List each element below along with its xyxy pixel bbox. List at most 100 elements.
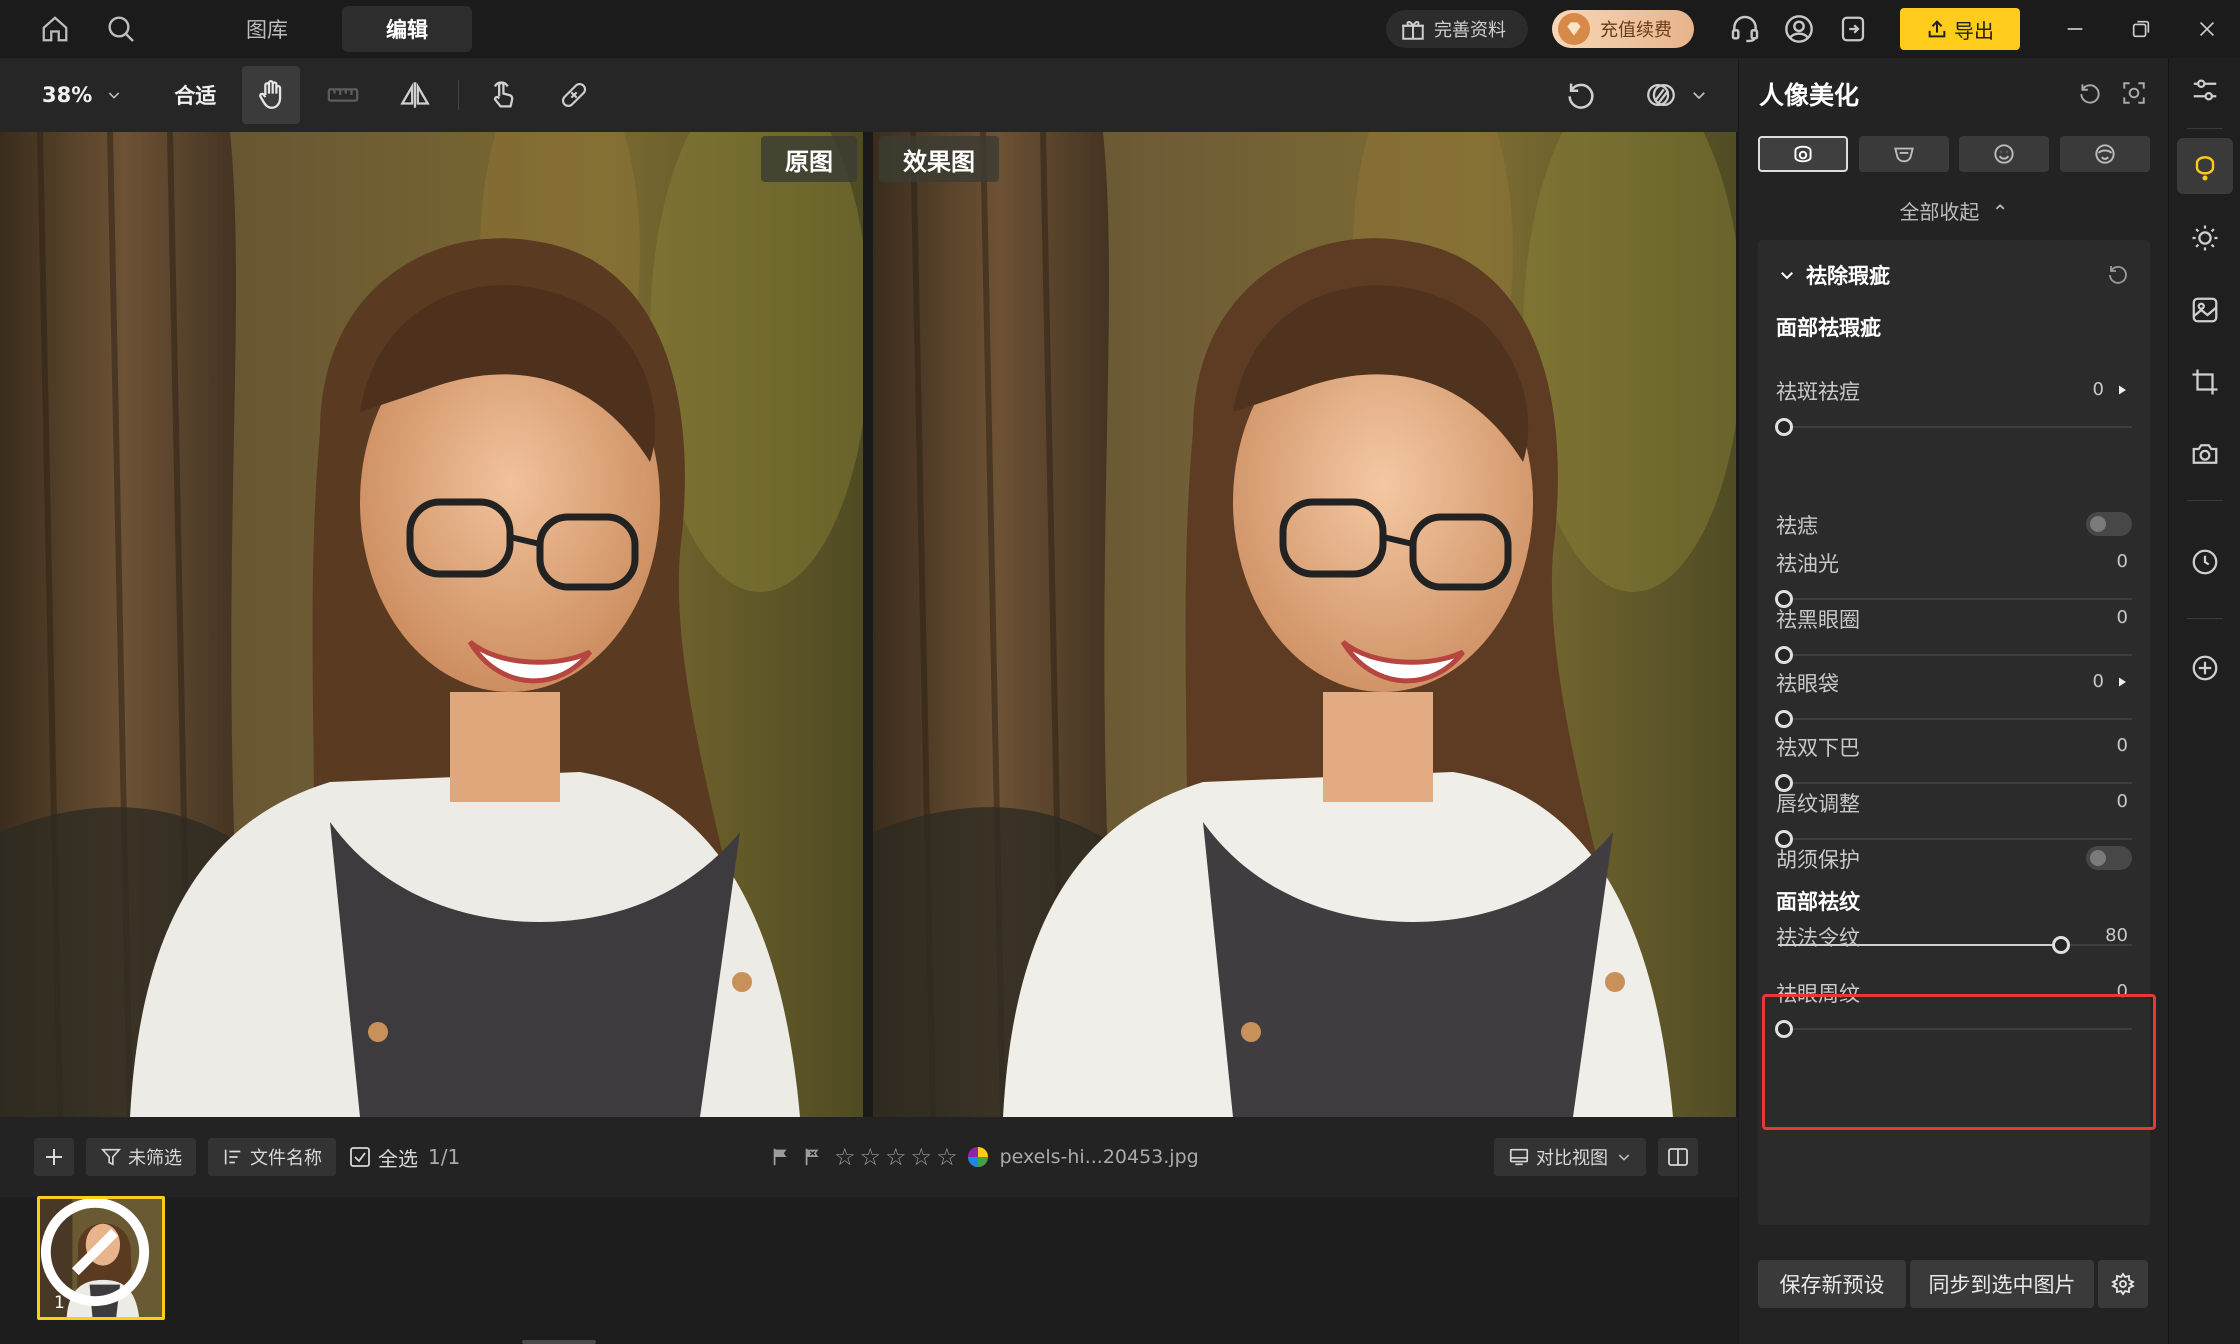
camera-icon[interactable] [2177, 426, 2233, 482]
rail-divider [2187, 128, 2223, 129]
touch-select-icon[interactable] [473, 66, 531, 124]
hand-tool-icon[interactable] [242, 66, 301, 124]
dark-circles-slider[interactable] [1775, 646, 2132, 664]
reset-icon[interactable] [2077, 80, 2103, 106]
section-reset-icon[interactable] [2106, 262, 2130, 286]
title-bar: 图库 编辑 完善资料 充值续费 导出 [0, 0, 2240, 58]
slider-knob[interactable] [1775, 646, 1793, 664]
star-rating-3[interactable]: ☆ [885, 1143, 907, 1171]
chevron-down-icon[interactable] [1690, 86, 1708, 104]
chevron-down-icon [1618, 1154, 1630, 1161]
star-rating-4[interactable]: ☆ [911, 1143, 933, 1171]
recharge-button[interactable]: 充值续费 [1552, 10, 1694, 48]
wrinkle-title: 面部祛纹 [1776, 890, 1860, 914]
spot-acne-slider[interactable] [1775, 418, 2132, 436]
thumbnail-item[interactable]: 1 [37, 1196, 165, 1320]
beard-protect-toggle[interactable] [2086, 846, 2132, 870]
compare-overlay-icon[interactable] [1632, 66, 1690, 124]
lip-lines-label: 唇纹调整 [1776, 792, 1860, 816]
export-button[interactable]: 导出 [1900, 8, 2020, 50]
compare-view-dropdown[interactable]: 对比视图 [1494, 1138, 1646, 1176]
gift-icon [1402, 21, 1424, 40]
double-chin-value-wrap: 0 [2117, 735, 2128, 756]
select-all-checkbox[interactable]: 全选 1/1 [348, 1143, 460, 1172]
tab-skin[interactable] [1758, 136, 1848, 172]
split-view-button[interactable] [1658, 1138, 1698, 1176]
headset-icon[interactable] [1718, 2, 1772, 56]
nasolabial-slider[interactable] [1778, 936, 2132, 954]
face-blemish-title: 面部祛瑕疵 [1776, 316, 1881, 340]
minimize-icon[interactable] [2042, 0, 2108, 58]
history-icon[interactable] [2177, 534, 2233, 590]
nasolabial-label: 祛法令纹 [1776, 926, 1860, 950]
sort-icon [224, 1149, 241, 1165]
crop-icon[interactable] [2177, 354, 2233, 410]
spot-acne-label: 祛斑祛痘 [1776, 380, 1860, 404]
beauty-tabs [1758, 136, 2150, 172]
color-label-icon[interactable] [966, 1145, 990, 1169]
flag-icon[interactable] [770, 1146, 792, 1168]
tab-edit[interactable]: 编辑 [342, 6, 472, 52]
light-icon[interactable] [2177, 210, 2233, 266]
portrait-beauty-icon[interactable] [2177, 138, 2233, 194]
settings-button[interactable] [2098, 1260, 2148, 1308]
slider-knob[interactable] [2052, 936, 2071, 954]
zoom-dropdown[interactable]: 38% [42, 83, 122, 107]
add-image-button[interactable] [34, 1138, 74, 1176]
expand-arrow-icon[interactable] [2116, 384, 2128, 396]
tab-library[interactable]: 图库 [202, 6, 332, 52]
bandage-icon[interactable] [545, 66, 603, 124]
face-scan-icon[interactable] [2121, 80, 2147, 106]
expand-arrow-icon[interactable] [2116, 676, 2128, 688]
close-icon[interactable] [2174, 0, 2240, 58]
original-image[interactable]: 原图 [0, 132, 863, 1117]
filter-button[interactable]: 未筛选 [86, 1138, 196, 1176]
oil-slider[interactable] [1775, 590, 2132, 608]
sync-button[interactable]: 同步到选中图片 [1910, 1260, 2094, 1308]
fit-button[interactable]: 合适 [174, 80, 216, 110]
save-preset-button[interactable]: 保存新预设 [1758, 1260, 1906, 1308]
mole-label: 祛痣 [1776, 514, 1818, 538]
adjust-sliders-icon[interactable] [2177, 62, 2233, 118]
star-rating-2[interactable]: ☆ [860, 1143, 882, 1171]
edited-badge-icon [40, 1199, 150, 1307]
slider-knob[interactable] [1775, 418, 1793, 436]
undo-icon[interactable] [1552, 66, 1610, 124]
image-adjust-icon[interactable] [2177, 282, 2233, 338]
search-icon[interactable] [92, 0, 150, 58]
filmstrip-scrollbar[interactable] [522, 1340, 596, 1344]
complete-info-button[interactable]: 完善资料 [1386, 10, 1528, 48]
effect-image[interactable]: 效果图 [873, 132, 1736, 1117]
face-skin-icon [1794, 145, 1812, 163]
star-rating-5[interactable]: ☆ [936, 1143, 958, 1171]
home-icon[interactable] [26, 0, 84, 58]
sort-button[interactable]: 文件名称 [208, 1138, 336, 1176]
mole-toggle[interactable] [2086, 512, 2132, 536]
effect-label: 效果图 [879, 136, 999, 182]
gem-icon [1558, 13, 1590, 45]
blemish-section-header[interactable]: 祛除瑕疵 [1778, 260, 1890, 290]
reject-flag-icon[interactable] [802, 1146, 824, 1168]
slider-knob[interactable] [1775, 710, 1793, 728]
add-circle-icon[interactable] [2177, 640, 2233, 696]
user-icon[interactable] [1772, 2, 1826, 56]
filmstrip-toolbar: 未筛选 文件名称 全选 1/1 ☆ ☆ ☆ ☆ ☆ pexels-hi...20… [0, 1117, 1738, 1197]
restore-icon[interactable] [2108, 0, 2174, 58]
logout-icon[interactable] [1826, 2, 1880, 56]
lip-lines-slider[interactable] [1775, 830, 2132, 848]
chevron-down-icon [1781, 272, 1793, 280]
face-shape-icon [1893, 147, 1914, 163]
lip-lines-value-wrap: 0 [2117, 791, 2128, 812]
eye-bags-value-wrap: 0 [2093, 671, 2128, 692]
tab-makeup[interactable] [2059, 136, 2150, 172]
compare-canvas[interactable]: 原图 效果图 [0, 132, 1738, 1117]
tab-face-shape[interactable] [1858, 136, 1949, 172]
double-chin-slider[interactable] [1775, 774, 2132, 792]
tab-features[interactable] [1959, 136, 2050, 172]
flip-icon[interactable] [386, 66, 444, 124]
collapse-all-button[interactable]: 全部收起 ⌃ [1739, 196, 2169, 225]
eye-bags-slider[interactable] [1775, 710, 2132, 728]
star-rating-1[interactable]: ☆ [834, 1143, 856, 1171]
original-label: 原图 [761, 136, 857, 182]
complete-info-label: 完善资料 [1434, 20, 1506, 41]
